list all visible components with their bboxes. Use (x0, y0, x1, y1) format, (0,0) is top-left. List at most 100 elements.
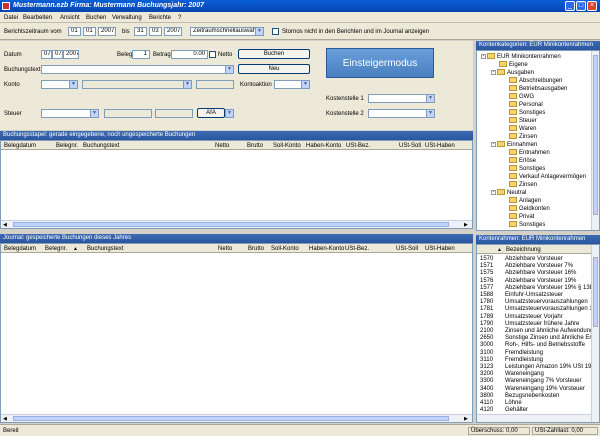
from-month-field[interactable]: 01 (83, 27, 96, 36)
tree-node[interactable]: Anlagen (501, 197, 541, 205)
konten-horizontal-scrollbar[interactable] (477, 414, 591, 422)
col-soll-konto[interactable]: Soll-Konto (273, 142, 301, 150)
scroll-left-icon[interactable]: ◀ (3, 222, 7, 228)
scroll-left-icon[interactable]: ◀ (3, 416, 7, 422)
buchen-button[interactable]: Buchen (238, 49, 310, 59)
journal-horizontal-scrollbar[interactable]: ◀ ▶ (1, 414, 472, 422)
datum-month-field[interactable]: 07 (52, 50, 63, 59)
col-belegnr[interactable]: Belegnr. (56, 142, 78, 150)
collapse-icon[interactable]: - (481, 53, 486, 59)
col-soll-konto[interactable]: Soll-Konto (271, 245, 299, 253)
col-belegnr[interactable]: Belegnr. (45, 245, 67, 253)
tree-node[interactable]: Entnahmen (501, 149, 550, 157)
scroll-right-icon[interactable]: ▶ (464, 416, 468, 422)
afa-dropdown[interactable]: ▼ (225, 109, 234, 118)
col-belegdatum[interactable]: Belegdatum (4, 142, 36, 150)
kostenstelle1-select[interactable]: ▼ (368, 94, 435, 103)
menu-datei[interactable]: Datei (4, 15, 18, 21)
close-button[interactable]: × (587, 1, 597, 11)
konto-name-field[interactable]: ▼ (82, 80, 192, 89)
tree-node[interactable]: Zinsen (501, 181, 537, 189)
tree-node[interactable]: Eigene (491, 61, 528, 69)
buchungstext-field[interactable]: ▼ (41, 65, 234, 74)
quick-range-select[interactable]: Zeitraumschnellauswahl ▼ (190, 27, 264, 36)
menu-verwaltung[interactable]: Verwaltung (112, 15, 142, 21)
konten-list[interactable]: ▲ Bezeichnung 1570 Abziehbare Vorsteuer 15… (476, 244, 600, 423)
chevron-down-icon[interactable]: ▼ (426, 110, 434, 117)
chevron-down-icon[interactable]: ▼ (426, 95, 434, 102)
from-day-field[interactable]: 01 (68, 27, 81, 36)
stapel-grid[interactable]: Belegdatum Belegnr. Buchungstext Netto B… (0, 140, 473, 229)
col-ust-bez[interactable]: USt-Bez. (346, 142, 370, 150)
tree-node[interactable]: Steuer (501, 117, 537, 125)
tree-node[interactable]: Waren (501, 125, 536, 133)
tree-node[interactable]: Sonstiges (501, 109, 545, 117)
tree-node[interactable]: Sonstiges (501, 165, 545, 173)
beleg-field[interactable]: 1 (132, 50, 150, 59)
storno-checkbox[interactable] (272, 28, 279, 35)
betrag-field[interactable]: 0.00 (171, 50, 208, 59)
collapse-icon[interactable]: - (491, 69, 496, 75)
col-netto[interactable]: Netto (218, 245, 232, 253)
tree-node[interactable]: - EUR Minikontenrahmen (481, 53, 561, 61)
tree-node[interactable]: GWG (501, 93, 534, 101)
col-ust-bez[interactable]: USt-Bez. (345, 245, 369, 253)
to-year-field[interactable]: 2007 (164, 27, 182, 36)
tree-node[interactable]: Abschreibungen (501, 77, 562, 85)
menu-bearbeiten[interactable]: Bearbeiten (23, 15, 52, 21)
chevron-down-icon[interactable]: ▼ (69, 81, 77, 88)
to-month-field[interactable]: 03 (149, 27, 162, 36)
menu-help[interactable]: ? (178, 15, 181, 21)
tree-scroll-thumb[interactable] (593, 55, 598, 215)
konten-scroll-thumb[interactable] (593, 257, 598, 327)
col-bezeichnung[interactable]: Bezeichnung (506, 246, 541, 254)
einsteigermodus-button[interactable]: Einsteigermodus (326, 48, 434, 78)
chevron-down-icon[interactable]: ▼ (183, 81, 191, 88)
col-brutto[interactable]: Brutto (248, 245, 264, 253)
menu-ansicht[interactable]: Ansicht (60, 15, 80, 21)
tree-node[interactable]: - Einnahmen (491, 141, 537, 149)
tree-node[interactable]: Betriebsausgaben (501, 85, 567, 93)
col-ust-haben[interactable]: USt-Haben (425, 142, 455, 150)
col-ust-soll[interactable]: USt-Soll (399, 142, 421, 150)
maximize-button[interactable]: □ (576, 1, 586, 11)
tree-node[interactable]: Privat (501, 213, 534, 221)
col-ust-haben[interactable]: USt-Haben (425, 245, 455, 253)
kontoaktion-select[interactable]: ▼ (274, 80, 310, 89)
konto-select[interactable]: ▼ (41, 80, 78, 89)
col-haben-konto[interactable]: Haben-Konto (306, 142, 341, 150)
steuer-field-a[interactable] (104, 109, 152, 118)
konto-extra-field[interactable] (196, 80, 234, 89)
chevron-down-icon[interactable]: ▼ (90, 110, 98, 117)
tree-vertical-scrollbar[interactable] (591, 51, 599, 230)
col-brutto[interactable]: Brutto (247, 142, 263, 150)
stapel-scroll-thumb[interactable] (13, 222, 449, 227)
stapel-horizontal-scrollbar[interactable]: ◀ ▶ (1, 220, 472, 228)
menu-buchen[interactable]: Buchen (86, 15, 106, 21)
scroll-right-icon[interactable]: ▶ (464, 222, 468, 228)
steuer-select[interactable]: ▼ (41, 109, 99, 118)
kategorien-tree[interactable]: - EUR Minikontenrahmen Eigene - Ausgaben Absc… (476, 50, 600, 231)
tree-node[interactable]: Verkauf Anlagevermögen (501, 173, 586, 181)
col-ust-soll[interactable]: USt-Soll (396, 245, 418, 253)
collapse-icon[interactable]: - (491, 141, 496, 147)
datum-year-field[interactable]: 2007 (63, 50, 79, 59)
chevron-down-icon[interactable]: ▼ (255, 28, 263, 35)
konten-vertical-scrollbar[interactable] (591, 245, 599, 422)
from-year-field[interactable]: 2007 (98, 27, 116, 36)
neu-button[interactable]: Neu (238, 64, 310, 74)
account-row[interactable]: 4120 Gehälter (480, 406, 528, 414)
col-netto[interactable]: Netto (215, 142, 229, 150)
col-buchungstext[interactable]: Buchungstext (87, 245, 123, 253)
tree-node[interactable]: Zinsen (501, 133, 537, 141)
journal-grid[interactable]: Belegdatum Belegnr. ▲ Buchungstext Netto… (0, 243, 473, 423)
afa-button[interactable]: AfA (197, 108, 225, 118)
to-day-field[interactable]: 31 (134, 27, 147, 36)
steuer-field-b[interactable] (155, 109, 193, 118)
tree-node[interactable]: Sonstiges (501, 221, 545, 229)
journal-scroll-thumb[interactable] (13, 416, 449, 421)
tree-node[interactable]: - Neutral (491, 189, 526, 197)
datum-day-field[interactable]: 07 (41, 50, 52, 59)
tree-node[interactable]: Personal (501, 101, 543, 109)
col-belegdatum[interactable]: Belegdatum (4, 245, 36, 253)
